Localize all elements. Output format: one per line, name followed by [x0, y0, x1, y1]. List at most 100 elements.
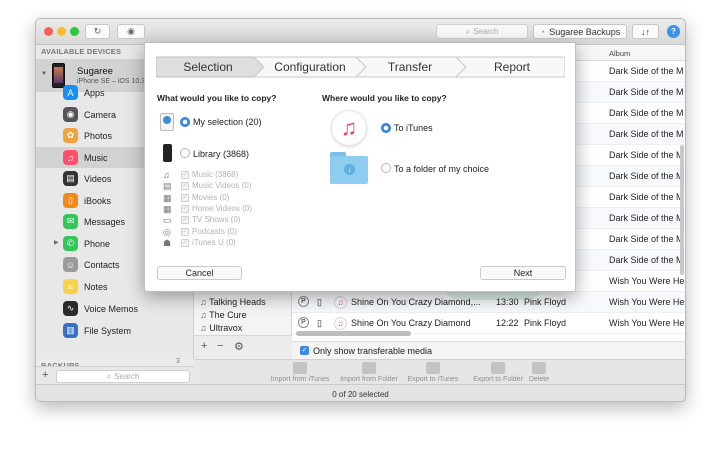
import-from-folder-button[interactable]: Import from Folder [336, 362, 402, 383]
itunes-u-label: iTunes U (0) [192, 237, 236, 247]
artist-list-item[interactable]: ♫ The Cure [200, 310, 247, 320]
horizontal-scrollbar[interactable] [296, 331, 411, 336]
import-from-itunes-button[interactable]: Import from iTunes [268, 362, 332, 383]
minimize-window-button[interactable] [57, 27, 66, 36]
podcasts-checkbox[interactable]: ✓ [181, 227, 189, 236]
artist-list-item[interactable]: ♫ Talking Heads [200, 297, 266, 307]
transfer-button[interactable]: ↓↑ [632, 24, 659, 39]
close-window-button[interactable] [44, 27, 53, 36]
movies-icon: ▦ [163, 192, 172, 203]
itunes-u-checkbox[interactable]: ✓ [181, 238, 189, 247]
album-cell: Dark Side of the M [609, 213, 684, 223]
zoom-window-button[interactable] [70, 27, 79, 36]
delete-icon [532, 362, 546, 374]
help-button[interactable]: ? [667, 25, 680, 38]
itunes-icon: ♫ [331, 110, 367, 146]
action-label: Delete [528, 376, 550, 383]
sidebar-item-label: Videos [84, 173, 112, 184]
copy-what-question: What would you like to copy? [157, 93, 277, 103]
export-to-itunes-button[interactable]: Export to iTunes [402, 362, 464, 383]
action-label: Export to iTunes [407, 376, 459, 383]
album-cell: Dark Side of the M [609, 108, 684, 118]
copyright-icon: P [298, 317, 309, 328]
available-devices-heading: AVAILABLE DEVICES [41, 47, 122, 56]
to-folder-radio[interactable] [381, 163, 391, 173]
step-transfer[interactable]: Transfer [360, 56, 460, 78]
music-track-icon: ♫ [334, 296, 347, 309]
disclosure-triangle-icon[interactable]: ▼ [41, 71, 47, 77]
my-selection-radio[interactable] [180, 117, 190, 127]
artist-icon: ♫ [200, 310, 210, 320]
camera-icon: ◉ [63, 107, 78, 122]
sidebar-item-label: iBooks [84, 195, 112, 206]
sidebar-item-voice-memos[interactable]: ∿ Voice Memos [36, 298, 194, 319]
contacts-icon: ☺ [63, 257, 78, 272]
only-transferable-checkbox[interactable]: ✓ [300, 346, 309, 355]
voice-memos-icon: ∿ [63, 301, 78, 316]
music-checkbox[interactable]: ✓ [181, 171, 189, 179]
step-configuration[interactable]: Configuration [260, 56, 360, 78]
selection-count: 0 of 20 selected [332, 389, 389, 399]
transfer-arrows-icon: ↓↑ [641, 26, 650, 37]
home-videos-icon: ▦ [163, 203, 172, 214]
add-artist-button[interactable]: + [201, 340, 207, 352]
to-itunes-radio[interactable] [381, 123, 391, 133]
backups-button-label: Sugaree Backups [549, 26, 621, 37]
podcasts-label: Podcasts (0) [192, 226, 237, 236]
import-from-itunes-icon [293, 362, 307, 374]
album-cell: Dark Side of the M [609, 150, 684, 160]
sidebar-search-input[interactable]: ⌕ Search [56, 370, 190, 383]
action-label: Import from Folder [340, 376, 398, 383]
music-videos-label: Music Videos (0) [192, 181, 252, 191]
export-to-folder-icon [491, 362, 505, 374]
music-videos-checkbox[interactable]: ✓ [181, 182, 189, 191]
step-selection[interactable]: Selection [156, 56, 260, 78]
remove-artist-button[interactable]: − [217, 340, 223, 352]
file-system-icon: ▥ [63, 323, 78, 338]
export-to-folder-button[interactable]: Export to Folder [467, 362, 529, 383]
transfer-dialog: Selection Configuration Transfer Report … [144, 42, 576, 292]
album-cell: Dark Side of the M [609, 66, 684, 76]
ibooks-icon: ▯ [63, 193, 78, 208]
refresh-icon: ↻ [93, 26, 102, 36]
help-icon: ? [671, 27, 676, 36]
cancel-button[interactable]: Cancel [157, 266, 242, 280]
settings-button[interactable]: ⚙ [234, 340, 244, 353]
top-search-input[interactable]: ⌕ Search [436, 24, 528, 39]
home-videos-label: Home Videos (0) [192, 203, 252, 213]
backups-count: 3 [176, 358, 180, 365]
artist-name: Talking Heads [209, 297, 266, 307]
selection-device-icon [160, 113, 174, 131]
clock-icon: ◔ [539, 26, 546, 37]
tv-shows-checkbox[interactable]: ✓ [181, 216, 189, 225]
artist-list-item[interactable]: ♫ Ultravox [200, 323, 242, 333]
refresh-button[interactable]: ↻ [85, 24, 110, 39]
action-label: Export to Folder [473, 376, 523, 383]
sidebar-item-label: Photos [84, 130, 113, 141]
step-report[interactable]: Report [460, 56, 564, 78]
my-selection-label: My selection (20) [193, 117, 262, 127]
delete-button[interactable]: Delete [524, 362, 554, 383]
top-search-placeholder: Search [473, 27, 499, 36]
sidebar-item-file-system[interactable]: ▥ File System [36, 320, 194, 341]
movies-checkbox[interactable]: ✓ [181, 193, 189, 202]
music-icon: ♫ [163, 170, 170, 180]
sidebar-item-label: File System [84, 325, 132, 336]
library-radio[interactable] [180, 148, 190, 158]
only-transferable-label: Only show transferable media [313, 346, 433, 356]
album-cell: Wish You Were He [609, 276, 684, 286]
artist-icon: ♫ [200, 323, 210, 333]
album-cell: Dark Side of the M [609, 255, 684, 265]
backups-button[interactable]: ◔ Sugaree Backups [533, 24, 627, 39]
sidebar-item-label: Notes [84, 281, 108, 292]
device-icon: ▯ [317, 318, 322, 328]
album-cell: Wish You Were He [609, 318, 684, 328]
sidebar-bottom-bar: + ⌕ Search [36, 366, 194, 386]
preview-button[interactable]: ◉ [117, 24, 145, 39]
vertical-scrollbar[interactable] [680, 145, 684, 275]
disclosure-triangle-icon[interactable]: ▶ [54, 239, 59, 246]
add-backup-button[interactable]: + [42, 369, 48, 381]
home-videos-checkbox[interactable]: ✓ [181, 204, 189, 213]
next-button[interactable]: Next [480, 266, 566, 280]
folder-icon: ↓ [330, 152, 368, 184]
